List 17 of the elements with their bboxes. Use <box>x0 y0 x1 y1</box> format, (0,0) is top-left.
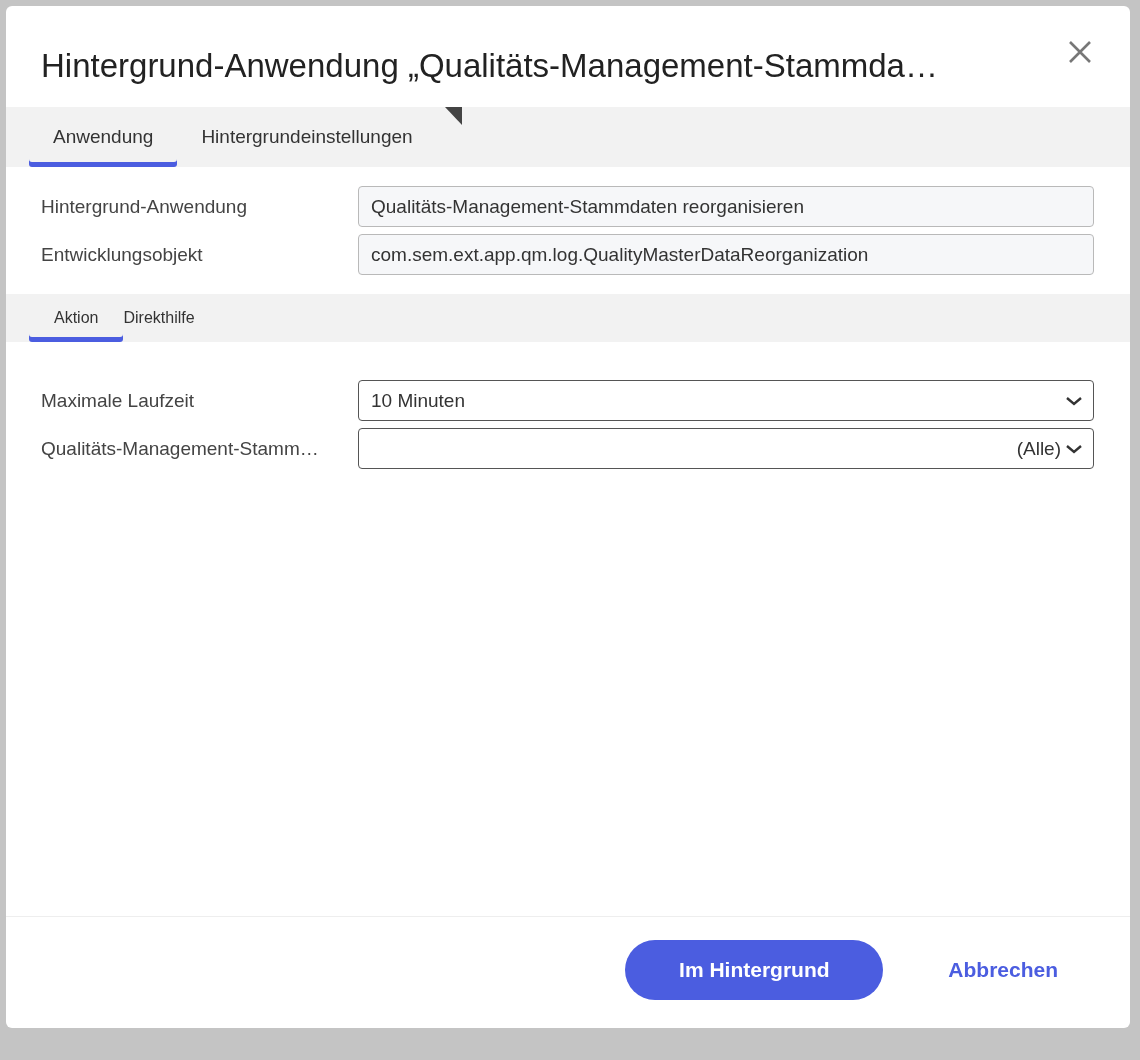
dropdown[interactable]: 10 Minuten <box>358 380 1094 421</box>
corner-marker-icon <box>444 107 462 125</box>
close-icon[interactable] <box>1068 39 1092 64</box>
field-label: Qualitäts-Management-Stamm… <box>41 437 320 460</box>
tab[interactable]: Anwendung <box>29 107 178 167</box>
dropdown[interactable]: (Alle) <box>358 428 1094 469</box>
field-label: Maximale Laufzeit <box>41 389 196 412</box>
field-label: Hintergrund-Anwendung <box>41 195 248 218</box>
tab[interactable]: Aktion <box>29 294 124 342</box>
tab[interactable]: Direkthilfe <box>123 294 195 342</box>
chevron-down-icon <box>1065 395 1083 406</box>
primary-button[interactable]: Im Hintergrund <box>625 939 884 1000</box>
field-label: Entwicklungsobjekt <box>41 243 204 266</box>
cancel-button[interactable]: Abbrechen <box>938 957 1068 982</box>
dialog-title: Hintergrund-Anwendung „Qualitäts-Management-Stammda… <box>41 45 938 85</box>
tab[interactable]: Hintergrundeinstellungen <box>177 107 437 167</box>
chevron-down-icon <box>1065 443 1083 454</box>
